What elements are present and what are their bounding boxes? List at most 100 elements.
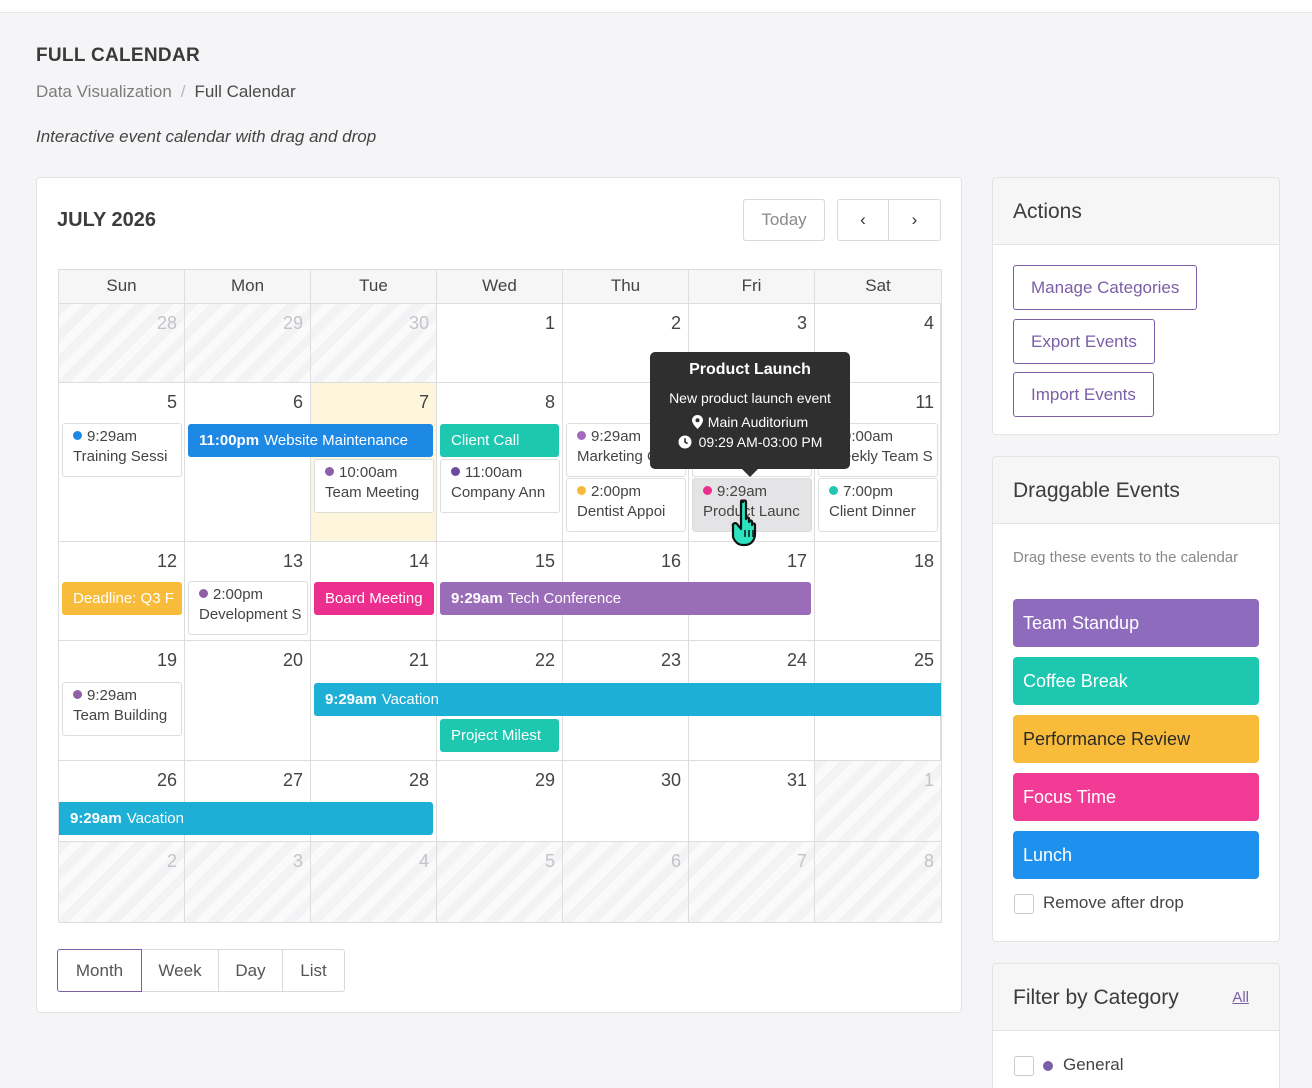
day-number[interactable]: 15	[535, 551, 555, 572]
day-number[interactable]: 27	[283, 770, 303, 791]
day-number[interactable]: 28	[409, 770, 429, 791]
manage-categories-button[interactable]: Manage Categories	[1013, 265, 1198, 310]
day-cell[interactable]: 30	[563, 761, 689, 842]
day-number[interactable]: 31	[787, 770, 807, 791]
export-events-button[interactable]: Export Events	[1013, 319, 1155, 364]
day-cell[interactable]: 1	[437, 304, 563, 383]
remove-after-drop-checkbox[interactable]	[1014, 894, 1034, 914]
day-number[interactable]: 5	[167, 392, 177, 413]
day-cell[interactable]: 7	[689, 842, 815, 923]
event-time: 10:00am	[339, 464, 398, 481]
day-number[interactable]: 20	[283, 650, 303, 671]
day-number[interactable]: 13	[283, 551, 303, 572]
view-month-button[interactable]: Month	[57, 949, 142, 992]
day-number[interactable]: 21	[409, 650, 429, 671]
event-board[interactable]: Board Meeting	[314, 582, 434, 615]
event-company[interactable]: 11:00am Company Ann	[440, 459, 560, 513]
top-bar	[0, 0, 1312, 13]
day-number[interactable]: 7	[419, 392, 429, 413]
day-number[interactable]: 29	[283, 313, 303, 334]
event-dot-icon	[199, 589, 208, 598]
day-cell[interactable]: 6	[185, 383, 311, 542]
filter-general-checkbox[interactable]	[1014, 1056, 1034, 1076]
day-number[interactable]: 5	[545, 851, 555, 872]
day-number[interactable]: 19	[157, 650, 177, 671]
day-cell[interactable]: 31	[689, 761, 815, 842]
day-number[interactable]: 16	[661, 551, 681, 572]
day-number[interactable]: 26	[157, 770, 177, 791]
day-cell[interactable]: 1	[815, 761, 942, 842]
event-tech[interactable]: 9:29am Tech Conference	[440, 582, 811, 615]
day-cell[interactable]: 18	[815, 542, 942, 641]
day-number[interactable]: 14	[409, 551, 429, 572]
day-number[interactable]: 7	[797, 851, 807, 872]
draggable-events-panel: Draggable Events Drag these events to th…	[992, 456, 1280, 942]
draggable-coffee-break[interactable]: Coffee Break	[1013, 657, 1259, 705]
view-week-button[interactable]: Week	[142, 949, 219, 992]
event-dot-icon	[577, 486, 586, 495]
day-cell[interactable]: 4	[311, 842, 437, 923]
filter-all-link[interactable]: All	[1232, 964, 1249, 1031]
day-number[interactable]: 3	[293, 851, 303, 872]
day-cell[interactable]: 6	[563, 842, 689, 923]
today-button[interactable]: Today	[743, 199, 825, 241]
day-cell[interactable]: 3	[185, 842, 311, 923]
event-dentist[interactable]: 2:00pm Dentist Appoi	[566, 478, 686, 532]
day-cell[interactable]: 29	[185, 304, 311, 383]
day-cell[interactable]: 5	[437, 842, 563, 923]
day-number[interactable]: 6	[293, 392, 303, 413]
event-vacation1[interactable]: 9:29am Vacation	[314, 683, 941, 716]
day-number[interactable]: 8	[924, 851, 934, 872]
day-number[interactable]: 2	[671, 313, 681, 334]
day-number[interactable]: 24	[787, 650, 807, 671]
event-deadline[interactable]: Deadline: Q3 F	[62, 582, 182, 615]
day-number[interactable]: 1	[924, 770, 934, 791]
day-cell[interactable]: 28	[59, 304, 185, 383]
breadcrumb-link[interactable]: Data Visualization	[36, 82, 172, 101]
draggable-performance-review[interactable]: Performance Review	[1013, 715, 1259, 763]
draggable-focus-time[interactable]: Focus Time	[1013, 773, 1259, 821]
day-cell[interactable]: 30	[311, 304, 437, 383]
day-cell[interactable]: 8	[815, 842, 942, 923]
page-title: FULL CALENDAR	[36, 45, 200, 66]
view-day-button[interactable]: Day	[219, 949, 283, 992]
event-client-call[interactable]: Client Call	[440, 424, 559, 457]
day-number[interactable]: 18	[914, 551, 934, 572]
day-cell[interactable]: 2	[59, 842, 185, 923]
prev-button[interactable]: ‹	[837, 199, 889, 241]
day-number[interactable]: 3	[797, 313, 807, 334]
day-cell[interactable]: 20	[185, 641, 311, 761]
day-number[interactable]: 1	[545, 313, 555, 334]
day-number[interactable]: 2	[167, 851, 177, 872]
day-number[interactable]: 28	[157, 313, 177, 334]
day-number[interactable]: 23	[661, 650, 681, 671]
day-cell[interactable]: 29	[437, 761, 563, 842]
day-number[interactable]: 8	[545, 392, 555, 413]
event-vacation2[interactable]: 9:29am Vacation	[59, 802, 433, 835]
actions-title: Actions	[993, 178, 1279, 245]
day-number[interactable]: 11	[915, 392, 934, 413]
day-number[interactable]: 12	[157, 551, 177, 572]
event-milestone[interactable]: Project Milest	[440, 719, 559, 752]
day-number[interactable]: 25	[914, 650, 934, 671]
next-button[interactable]: ›	[888, 199, 941, 241]
draggable-lunch[interactable]: Lunch	[1013, 831, 1259, 879]
day-number[interactable]: 30	[661, 770, 681, 791]
draggable-team-standup[interactable]: Team Standup	[1013, 599, 1259, 647]
event-team-meeting[interactable]: 10:00am Team Meeting	[314, 459, 434, 513]
day-number[interactable]: 4	[924, 313, 934, 334]
day-number[interactable]: 30	[409, 313, 429, 334]
day-number[interactable]: 17	[787, 551, 807, 572]
day-number[interactable]: 29	[535, 770, 555, 791]
event-website[interactable]: 11:00pm Website Maintenance	[188, 424, 433, 457]
day-number[interactable]: 22	[535, 650, 555, 671]
event-client-dinner[interactable]: 7:00pm Client Dinner	[818, 478, 938, 532]
view-list-button[interactable]: List	[283, 949, 345, 992]
event-training[interactable]: 9:29am Training Sessi	[62, 423, 182, 477]
event-team-building[interactable]: 9:29am Team Building	[62, 682, 182, 736]
day-number[interactable]: 6	[671, 851, 681, 872]
day-number[interactable]: 4	[419, 851, 429, 872]
event-development[interactable]: 2:00pm Development S	[188, 581, 308, 635]
tooltip-title: Product Launch	[689, 361, 811, 378]
import-events-button[interactable]: Import Events	[1013, 372, 1154, 417]
